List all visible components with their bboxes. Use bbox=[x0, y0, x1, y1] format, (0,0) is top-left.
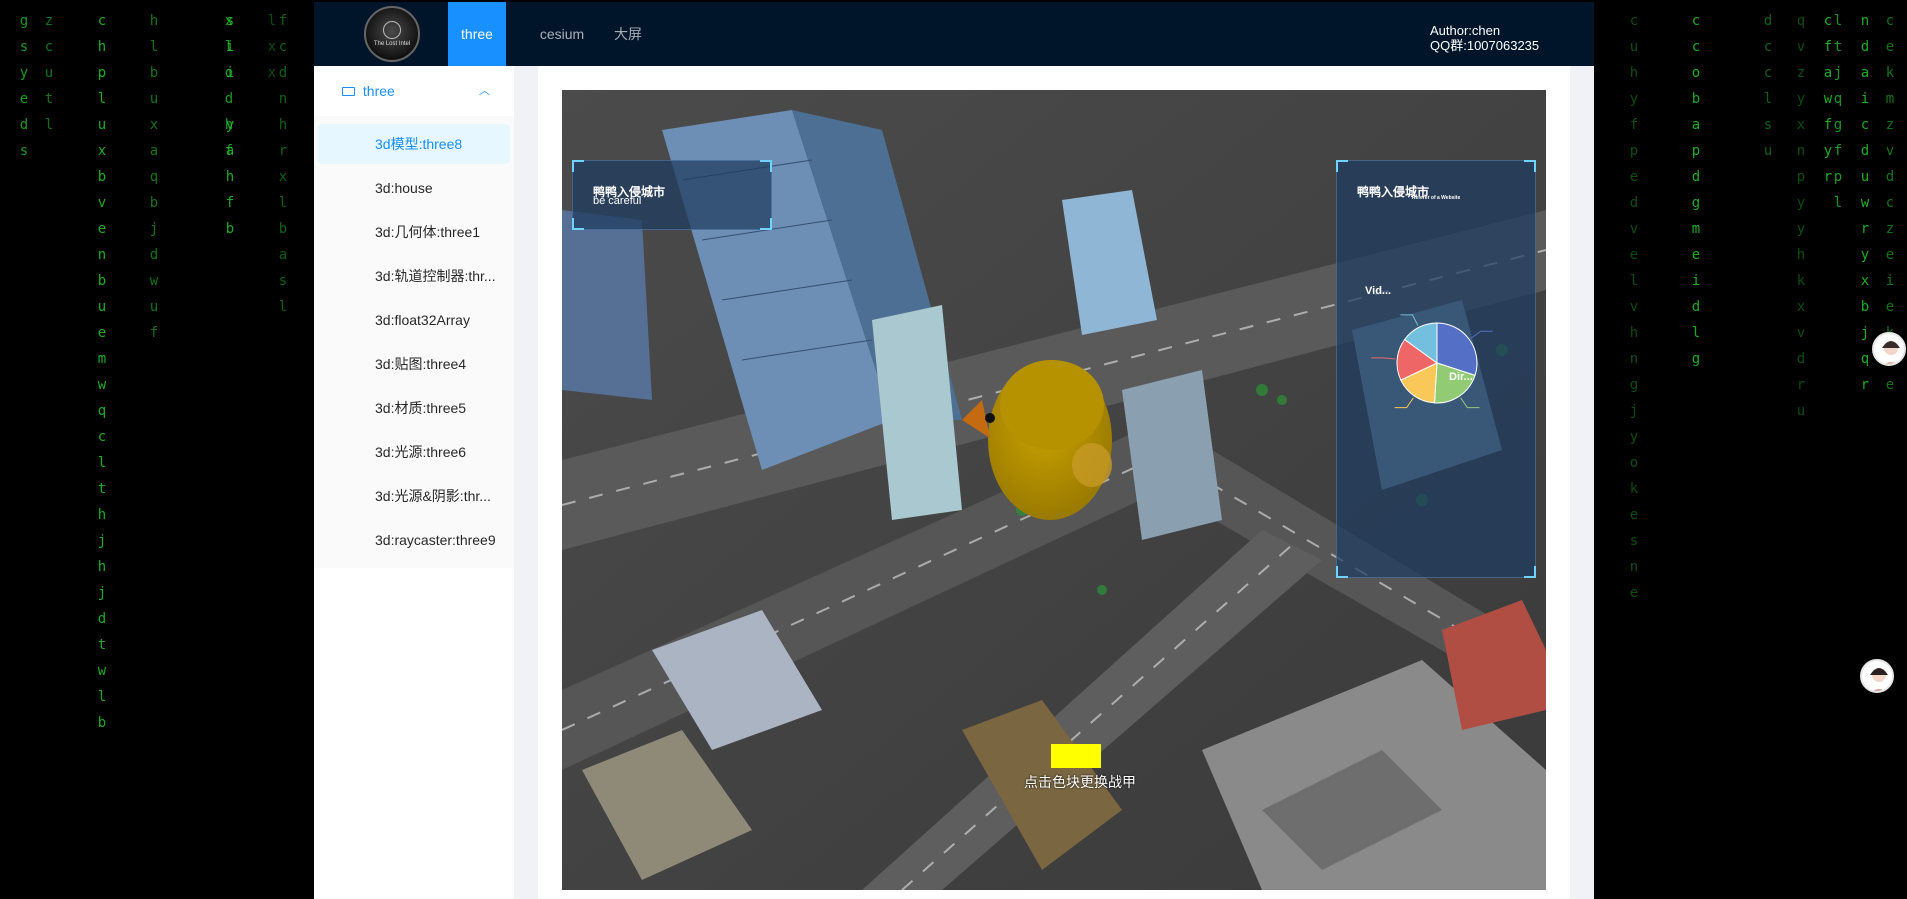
tab-cesium[interactable]: cesium bbox=[522, 2, 602, 66]
matrix-rain-right: c u h y f p e d v e l v h n g j y o k e … bbox=[1594, 0, 1907, 899]
content-area: 鸭鸭入侵城市 be careful 鸭鸭入侵城市 Referer of a We… bbox=[538, 66, 1570, 899]
menu-item-three1[interactable]: 3d:几何体:three1 bbox=[318, 212, 510, 252]
tab-three[interactable]: three bbox=[448, 2, 506, 66]
avatar-top[interactable] bbox=[1872, 332, 1906, 366]
app-window: The Lost Intel three cesium 大屏 Author:ch… bbox=[314, 2, 1594, 899]
matrix-column: c h p l u x b v e n b u e m w q c l t h … bbox=[97, 13, 107, 731]
menu-item-light-shadow[interactable]: 3d:光源&阴影:thr... bbox=[318, 476, 510, 516]
menu-item-three5[interactable]: 3d:材质:three5 bbox=[318, 388, 510, 428]
matrix-column: l x x bbox=[267, 13, 277, 81]
tab-big-screen[interactable]: 大屏 bbox=[598, 2, 658, 66]
matrix-column: h l b u x a q b j d w u f bbox=[149, 13, 159, 341]
sidebar: three ︿ 3d模型:three8 3d:house 3d:几何体:thre… bbox=[314, 66, 514, 899]
menu-item-house[interactable]: 3d:house bbox=[318, 168, 510, 208]
three-scene-canvas[interactable]: 鸭鸭入侵城市 be careful 鸭鸭入侵城市 Referer of a We… bbox=[562, 90, 1546, 890]
author-info: Author:chen QQ群:1007063235 bbox=[1430, 23, 1539, 53]
pie-label-line bbox=[1394, 397, 1414, 409]
top-navbar: The Lost Intel three cesium 大屏 Author:ch… bbox=[314, 2, 1594, 66]
pie-label: Dir... bbox=[1449, 371, 1473, 383]
logo-emblem-icon bbox=[383, 21, 401, 39]
menu-item-three6[interactable]: 3d:光源:three6 bbox=[318, 432, 510, 472]
color-swatch-button[interactable] bbox=[1051, 744, 1101, 768]
submenu-items: 3d模型:three8 3d:house 3d:几何体:three1 3d:轨道… bbox=[314, 116, 514, 568]
matrix-column: d c c l s u bbox=[1763, 13, 1773, 159]
matrix-column: c f a w f y r bbox=[1823, 13, 1833, 185]
matrix-column: s i i y a h f b bbox=[225, 13, 235, 237]
menu-item-three8[interactable]: 3d模型:three8 bbox=[318, 124, 510, 164]
menu-item-three4[interactable]: 3d:贴图:three4 bbox=[318, 344, 510, 384]
matrix-column: z c u t l bbox=[44, 13, 54, 133]
pie-label-line bbox=[1371, 357, 1396, 360]
matrix-column: c c o b a p d g m e i d l g bbox=[1691, 13, 1701, 367]
matrix-column: q v z y x n p y y h k x v d r u bbox=[1796, 13, 1806, 419]
matrix-column: g s y e d s bbox=[19, 13, 29, 159]
left-panel-subtitle: be careful bbox=[593, 195, 642, 207]
submenu-label: three bbox=[362, 83, 395, 99]
logo-text: The Lost Intel bbox=[373, 41, 411, 47]
pie-chart: Vid... Dir... bbox=[1365, 285, 1493, 409]
left-info-panel: 鸭鸭入侵城市 be careful bbox=[572, 160, 772, 230]
pie-label-line bbox=[1460, 397, 1480, 409]
menu-item-orbit-controls[interactable]: 3d:轨道控制器:thr... bbox=[318, 256, 510, 296]
menu-item-float32array[interactable]: 3d:float32Array bbox=[318, 300, 510, 340]
swatch-label: 点击色块更换战甲 bbox=[1024, 774, 1136, 790]
right-chart-panel: 鸭鸭入侵城市 Referer of a Website Vid... Dir... bbox=[1336, 160, 1536, 578]
chevron-up-icon: ︿ bbox=[479, 85, 490, 97]
pie-label: Vid... bbox=[1365, 285, 1391, 297]
matrix-column: n d a i c d u w r y x b j q r bbox=[1860, 13, 1870, 393]
author-name: Author:chen bbox=[1430, 23, 1501, 38]
matrix-column: c u h y f p e d v e l v h n g j y o k e … bbox=[1629, 13, 1639, 601]
submenu-three[interactable]: three ︿ bbox=[314, 66, 514, 116]
qq-group: QQ群:1007063235 bbox=[1430, 38, 1540, 53]
avatar-bottom[interactable] bbox=[1860, 659, 1894, 693]
logo: The Lost Intel bbox=[364, 6, 420, 62]
pie-label-line bbox=[1470, 330, 1493, 339]
pie-label-line bbox=[1400, 314, 1419, 326]
menu-item-three9[interactable]: 3d:raycaster:three9 bbox=[318, 520, 510, 560]
desktop-icon bbox=[342, 86, 355, 96]
matrix-rain-left: g s y e d sc h p l u x b v e n b u e m w… bbox=[0, 0, 314, 899]
